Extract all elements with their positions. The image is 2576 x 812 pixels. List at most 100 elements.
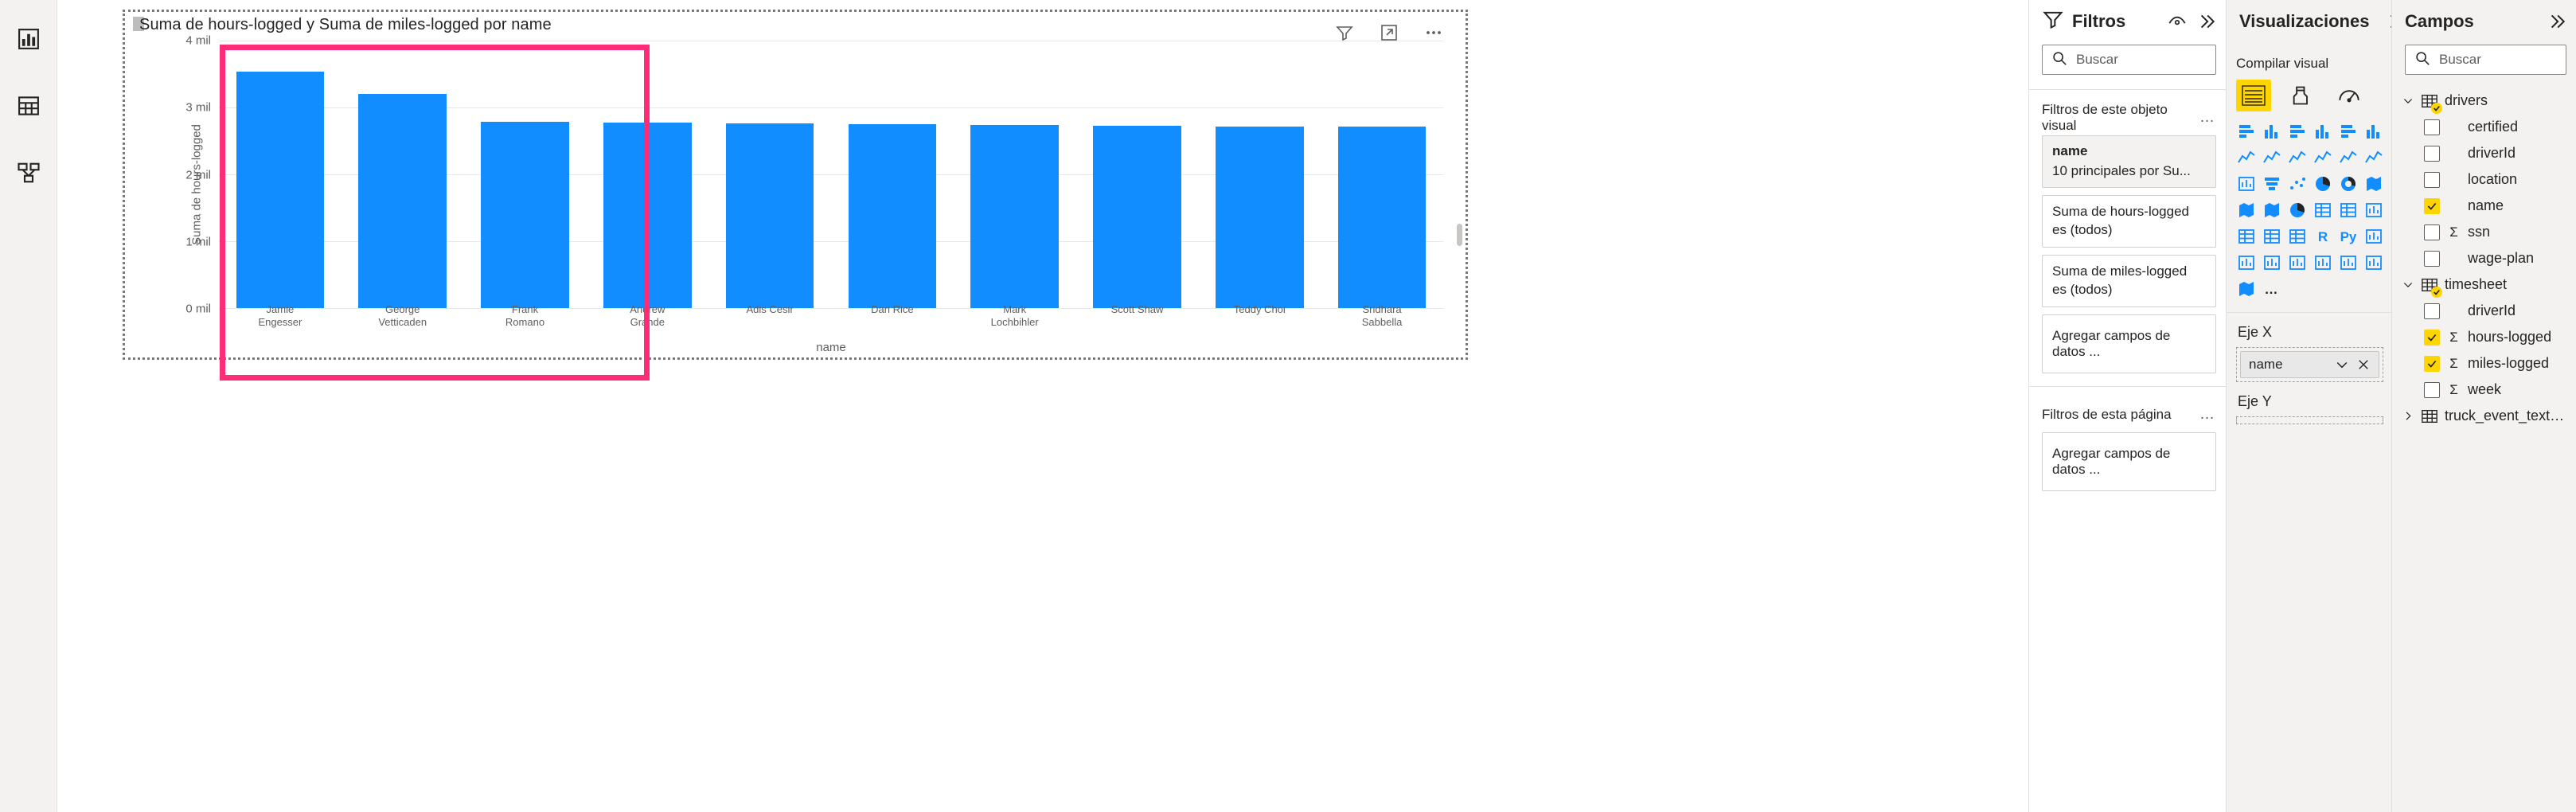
visual-scrollbar[interactable] [1457, 224, 1462, 246]
field-checkbox[interactable] [2424, 171, 2440, 188]
chevron-down-icon[interactable] [2402, 278, 2414, 291]
visual-filters-menu-icon[interactable]: … [2199, 109, 2216, 127]
scatter-chart-icon[interactable] [2285, 172, 2309, 196]
build-visual-tab[interactable] [2236, 80, 2271, 111]
field-checkbox[interactable] [2424, 355, 2440, 372]
chevron-down-icon[interactable] [2331, 357, 2353, 373]
expand-chevrons-icon[interactable] [2546, 11, 2566, 32]
bar[interactable] [725, 123, 814, 308]
expand-chevrons-icon[interactable] [2195, 11, 2216, 32]
bar-slot[interactable] [586, 41, 708, 308]
map-icon[interactable] [2234, 198, 2258, 222]
page-filters-menu-icon[interactable]: … [2199, 406, 2216, 424]
bar-slot[interactable] [708, 41, 831, 308]
line-chart-icon[interactable] [2234, 146, 2258, 170]
r-script-visual-icon[interactable]: R [2311, 224, 2335, 248]
funnel-chart-icon[interactable] [2260, 172, 2284, 196]
field-checkbox[interactable] [2424, 381, 2440, 398]
x-axis-tick-label[interactable]: Teddy Choi [1198, 303, 1321, 335]
field-row[interactable]: Σhours-logged [2392, 324, 2576, 350]
bar[interactable] [236, 72, 325, 308]
key-influencers-icon[interactable] [2362, 224, 2386, 248]
x-axis-tick-label[interactable]: Sridhara Sabbella [1321, 303, 1443, 335]
bar[interactable] [1093, 125, 1181, 308]
format-visual-tab[interactable] [2284, 80, 2319, 111]
bar-slot[interactable] [1198, 41, 1321, 308]
chevron-right-icon[interactable] [2402, 409, 2414, 423]
analytics-tab[interactable] [2332, 80, 2367, 111]
field-checkbox[interactable] [2424, 197, 2440, 214]
filters-search-input[interactable]: Buscar [2042, 45, 2216, 75]
bar-slot[interactable] [1321, 41, 1443, 308]
filter-card[interactable]: Suma de miles-logged es (todos) [2042, 254, 2216, 307]
fields-search-input[interactable]: Buscar [2405, 45, 2566, 75]
field-row[interactable]: driverId [2392, 298, 2576, 324]
x-axis-tick-label[interactable]: Dan Rice [831, 303, 954, 335]
field-checkbox[interactable] [2424, 250, 2440, 267]
remove-field-icon[interactable] [2353, 357, 2374, 372]
bar[interactable] [848, 124, 937, 308]
python-visual-icon[interactable]: Py [2336, 224, 2360, 248]
bar-slot[interactable] [831, 41, 954, 308]
bar-slot[interactable] [464, 41, 587, 308]
field-row[interactable]: driverId [2392, 140, 2576, 166]
bar[interactable] [481, 121, 569, 308]
gauge-icon[interactable] [2285, 198, 2309, 222]
bar-slot[interactable] [342, 41, 464, 308]
paginated-report-icon[interactable] [2311, 251, 2335, 275]
visual-container[interactable]: Suma de hours-logged y Suma de miles-log… [123, 10, 1468, 381]
multi-row-card-icon[interactable] [2336, 198, 2360, 222]
field-row[interactable]: Σssn [2392, 219, 2576, 245]
ribbon-chart-icon[interactable] [2362, 146, 2386, 170]
smart-narrative-icon[interactable] [2362, 251, 2386, 275]
slicer-icon[interactable] [2234, 224, 2258, 248]
line-stacked-column-chart-icon[interactable] [2311, 146, 2335, 170]
x-axis-tick-label[interactable]: Frank Romano [464, 303, 587, 335]
bar[interactable] [970, 124, 1060, 308]
x-axis-tick-label[interactable]: George Vetticaden [342, 303, 464, 335]
arcgis-maps-icon[interactable] [2234, 277, 2258, 301]
field-checkbox[interactable] [2424, 329, 2440, 345]
field-row[interactable]: location [2392, 166, 2576, 193]
field-row[interactable]: Σweek [2392, 377, 2576, 403]
field-row[interactable]: certified [2392, 114, 2576, 140]
field-chip[interactable]: name [2240, 351, 2379, 378]
decomposition-tree-icon[interactable] [2234, 251, 2258, 275]
stacked-area-chart-icon[interactable] [2285, 146, 2309, 170]
stacked-column-chart-icon[interactable] [2260, 119, 2284, 143]
bar-slot[interactable] [1076, 41, 1199, 308]
bar[interactable] [358, 94, 447, 308]
x-axis-tick-label[interactable]: Andrew Grande [586, 303, 708, 335]
100-stacked-column-chart-icon[interactable] [2362, 119, 2386, 143]
q-and-a-icon[interactable] [2260, 251, 2284, 275]
clustered-column-chart-icon[interactable] [2311, 119, 2335, 143]
page-filters-drop-zone[interactable]: Agregar campos de datos ... [2042, 431, 2216, 491]
fields-table-row[interactable]: drivers [2392, 88, 2576, 114]
bar-slot[interactable] [954, 41, 1076, 308]
card-icon[interactable] [2311, 198, 2335, 222]
model-view-icon[interactable] [7, 151, 50, 194]
kpi-icon[interactable] [2362, 198, 2386, 222]
waterfall-chart-icon[interactable] [2234, 172, 2258, 196]
clustered-bar-chart-icon[interactable] [2285, 119, 2309, 143]
area-chart-icon[interactable] [2260, 146, 2284, 170]
matrix-icon[interactable] [2285, 224, 2309, 248]
field-checkbox[interactable] [2424, 303, 2440, 319]
bar-series[interactable] [219, 41, 1443, 308]
treemap-icon[interactable] [2362, 172, 2386, 196]
field-checkbox[interactable] [2424, 119, 2440, 135]
more-visuals-icon[interactable]: … [2260, 277, 2284, 301]
expand-chevrons-icon[interactable] [2385, 11, 2391, 32]
field-well-drop-zone[interactable]: name [2236, 347, 2383, 382]
x-axis-tick-label[interactable]: Scott Shaw [1076, 303, 1199, 335]
power-apps-icon[interactable] [2336, 251, 2360, 275]
field-row[interactable]: name [2392, 193, 2576, 219]
bar[interactable] [1215, 126, 1304, 308]
pie-chart-icon[interactable] [2311, 172, 2335, 196]
field-checkbox[interactable] [2424, 145, 2440, 162]
field-row[interactable]: wage-plan [2392, 245, 2576, 271]
field-checkbox[interactable] [2424, 224, 2440, 240]
report-view-icon[interactable] [7, 18, 50, 61]
report-canvas[interactable]: Suma de hours-logged y Suma de miles-log… [57, 0, 2028, 812]
line-clustered-column-chart-icon[interactable] [2336, 146, 2360, 170]
